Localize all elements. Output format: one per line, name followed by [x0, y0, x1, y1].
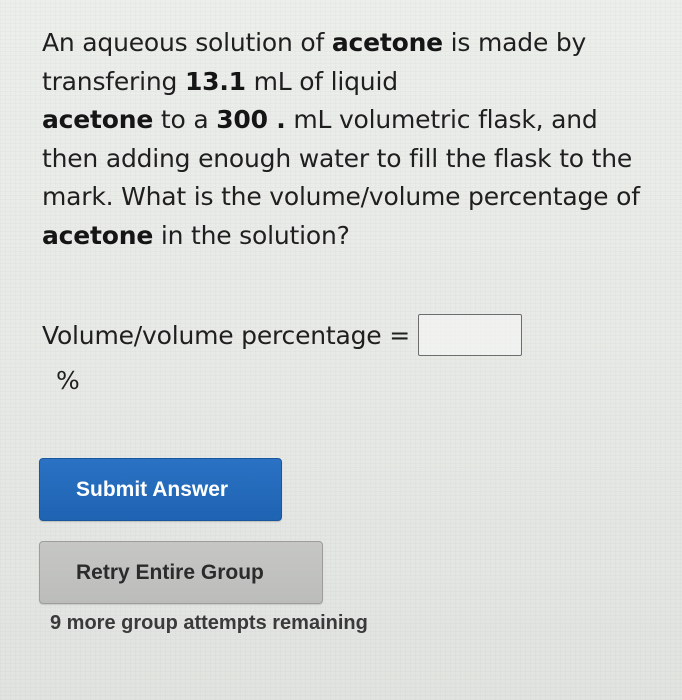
question-text-segment: mL of liquid — [245, 66, 399, 96]
retry-entire-group-button[interactable]: Retry Entire Group — [39, 541, 323, 604]
answer-row: Volume/volume percentage = — [42, 312, 522, 358]
answer-label: Volume/volume percentage = — [42, 320, 410, 350]
question-text: An aqueous solution of acetone is made b… — [42, 24, 642, 255]
attempts-remaining-text: 9 more group attempts remaining — [50, 612, 368, 634]
percentage-input[interactable] — [417, 314, 522, 356]
retry-entire-group-label: Retry Entire Group — [76, 561, 264, 584]
question-flask-volume: 300 . — [216, 105, 286, 134]
percent-unit: % — [56, 366, 80, 395]
question-keyword: acetone — [331, 28, 443, 57]
question-keyword: acetone — [42, 105, 154, 134]
submit-answer-button[interactable]: Submit Answer — [39, 458, 282, 521]
question-volume-value: 13.1 — [184, 66, 246, 96]
submit-answer-label: Submit Answer — [76, 478, 229, 501]
question-page: An aqueous solution of acetone is made b… — [0, 0, 682, 700]
question-text-segment: in the solution? — [153, 220, 350, 250]
question-text-segment: to a — [153, 105, 217, 134]
question-text-segment: An aqueous solution of — [42, 28, 332, 57]
question-keyword: acetone — [42, 220, 154, 250]
